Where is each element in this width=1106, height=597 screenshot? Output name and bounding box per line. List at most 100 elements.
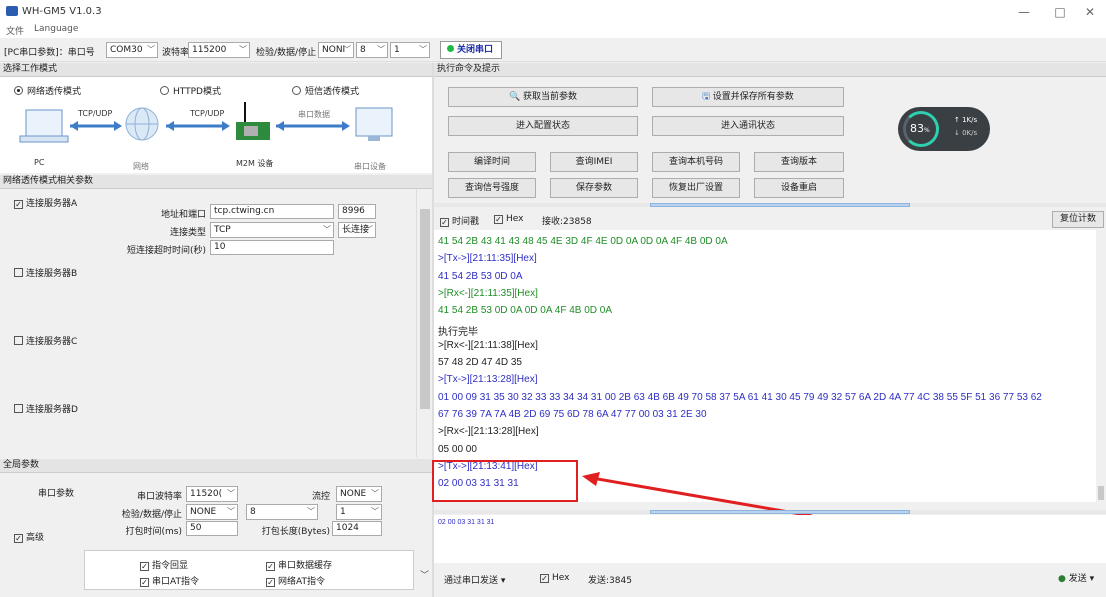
enter-config-button[interactable]: 进入配置状态 <box>448 116 638 136</box>
net-params-scrollbar[interactable] <box>416 189 432 457</box>
pc-icon <box>19 109 69 143</box>
m2m-label: M2M 设备 <box>236 159 274 168</box>
timeout-label: 短连接超时时间(秒) <box>126 246 206 256</box>
global-baud-select[interactable]: 11520(﹀ <box>186 486 238 502</box>
global-parity-select[interactable]: NONE ﹀ <box>186 504 238 520</box>
save-params-button[interactable]: 保存参数 <box>550 178 638 198</box>
log-line: >[Tx->][21:11:35][Hex] <box>438 253 537 265</box>
check-label: 检验/数据/停止 <box>256 48 317 58</box>
traffic-gauge: 83% ↑ 1K/s ↓ 0K/s <box>898 107 990 151</box>
save-all-button[interactable]: 🖫 设置并保存所有参数 <box>652 87 844 107</box>
recv-hex-checkbox[interactable]: ✓ Hex <box>494 214 523 224</box>
splitter-handle-bottom[interactable] <box>650 510 910 514</box>
conn-type-select[interactable]: TCP ﹀ <box>210 222 334 238</box>
compile-time-button[interactable]: 编译时间 <box>448 152 536 172</box>
serial-data-label: 串口数据 <box>298 110 330 119</box>
query-number-button[interactable]: 查询本机号码 <box>652 152 740 172</box>
query-signal-button[interactable]: 查询信号强度 <box>448 178 536 198</box>
serial-toolbar: [PC串口参数]：串口号 COM30 ﹀ 波特率 115200 ﹀ 检验/数据/停止… <box>0 38 1106 62</box>
reboot-button[interactable]: 设备重启 <box>754 178 844 198</box>
timeout-input[interactable]: 10 <box>210 240 334 255</box>
log-line: 01 00 09 31 35 30 32 33 33 34 34 31 00 2… <box>438 391 1042 403</box>
log-line: 05 00 00 <box>438 443 477 455</box>
minimize-button[interactable]: — <box>1006 2 1042 22</box>
send-area[interactable]: 02 00 03 31 31 31 <box>434 515 1106 563</box>
flow-select[interactable]: NONE ﹀ <box>336 486 382 502</box>
globe-icon <box>125 107 159 141</box>
window-title: WH-GM5 V1.0.3 <box>22 6 102 17</box>
scroll-down-icon[interactable]: ﹀ <box>420 568 429 581</box>
advanced-options-panel <box>84 550 414 590</box>
global-header: 全局参数 <box>0 459 432 473</box>
log-line: 执行完毕 <box>438 326 478 338</box>
baud-select[interactable]: 115200 ﹀ <box>188 42 250 58</box>
query-version-button[interactable]: 查询版本 <box>754 152 844 172</box>
send-text[interactable]: 02 00 03 31 31 31 <box>438 519 494 526</box>
port-select[interactable]: COM30 ﹀ <box>106 42 158 58</box>
mode-sms-radio[interactable]: 短信透传模式 <box>292 84 359 97</box>
reset-count-button[interactable]: 复位计数 <box>1052 211 1104 228</box>
gauge-up: ↑ 1K/s <box>954 116 978 124</box>
network-at-checkbox[interactable]: ✓ 网络AT指令 <box>266 574 325 587</box>
server-b-checkbox[interactable]: 连接服务器B <box>14 266 77 279</box>
port-input[interactable]: 8996 <box>338 204 376 219</box>
conn-type-label: 连接类型 <box>169 228 206 238</box>
send-count: 发送:3845 <box>588 576 632 586</box>
addr-input[interactable]: tcp.ctwing.cn <box>210 204 334 219</box>
mode-network-radio[interactable]: 网络透传模式 <box>14 84 81 97</box>
global-data-bits-select[interactable]: 8 ﹀ <box>246 504 318 520</box>
log-line: >[Rx<-][21:11:38][Hex] <box>438 339 538 351</box>
cmd-echo-checkbox[interactable]: ✓ 指令回显 <box>140 558 188 571</box>
get-params-button[interactable]: 🔍 获取当前参数 <box>448 87 638 107</box>
advanced-checkbox[interactable]: ✓ 高级 <box>14 530 44 543</box>
server-c-checkbox[interactable]: 连接服务器C <box>14 334 77 347</box>
arrow-icon <box>166 121 230 131</box>
serial-cache-checkbox[interactable]: ✓ 串口数据缓存 <box>266 558 332 571</box>
factory-reset-button[interactable]: 恢复出厂设置 <box>652 178 740 198</box>
menu-language[interactable]: Language <box>34 24 78 34</box>
log-line: 57 48 2D 47 4D 35 <box>438 357 522 369</box>
network-label: 网络 <box>133 162 149 171</box>
pack-len-label: 打包长度(Bytes) <box>261 527 330 537</box>
scrollbar-thumb[interactable] <box>420 209 430 409</box>
net-params-header: 网络透传模式相关参数 <box>0 175 432 189</box>
pack-time-label: 打包时间(ms) <box>125 527 182 537</box>
status-dot-icon <box>447 45 454 52</box>
send-via-dropdown[interactable]: 通过串口发送 ▾ <box>444 573 505 586</box>
parity-select[interactable]: NONI ﹀ <box>318 42 354 58</box>
tcp-udp-label-1: TCP/UDP <box>78 109 113 118</box>
enter-comm-button[interactable]: 进入通讯状态 <box>652 116 844 136</box>
conn-mode-select[interactable]: 长连接 ﹀ <box>338 222 376 238</box>
app-icon <box>6 6 18 16</box>
pack-time-input[interactable]: 50 <box>186 521 238 536</box>
log-line: >[Tx->][21:13:28][Hex] <box>438 374 538 386</box>
server-d-checkbox[interactable]: 连接服务器D <box>14 402 78 415</box>
log-line: >[Rx<-][21:13:28][Hex] <box>438 426 539 438</box>
stop-bits-select[interactable]: 1 ﹀ <box>390 42 430 58</box>
arrow-icon <box>276 121 350 131</box>
serial-device-label: 串口设备 <box>354 162 386 171</box>
server-a-checkbox[interactable]: ✓ 连接服务器A <box>14 196 77 209</box>
global-baud-label: 串口波特率 <box>136 492 182 502</box>
send-icon: ● <box>1058 574 1066 584</box>
recv-count: 接收:23858 <box>542 217 592 227</box>
send-button[interactable]: ● 发送 ▾ <box>1058 571 1094 584</box>
menu-file[interactable]: 文件 <box>6 24 24 37</box>
pack-len-input[interactable]: 1024 <box>332 521 382 536</box>
splitter-handle[interactable] <box>650 203 910 207</box>
send-hex-checkbox[interactable]: ✓ Hex <box>540 573 569 583</box>
data-bits-select[interactable]: 8 ﹀ <box>356 42 388 58</box>
gauge-down: ↓ 0K/s <box>954 129 978 137</box>
serial-at-checkbox[interactable]: ✓ 串口AT指令 <box>140 574 199 587</box>
global-stop-bits-select[interactable]: 1 ﹀ <box>336 504 382 520</box>
log-line: 41 54 2B 53 0D 0A <box>438 270 523 282</box>
query-imei-button[interactable]: 查询IMEI <box>550 152 638 172</box>
menu-bar: 文件 Language <box>0 24 1106 38</box>
close-button[interactable]: ✕ <box>1072 2 1106 22</box>
log-line: 67 76 39 7A 7A 4B 2D 69 75 6D 78 6A 47 7… <box>438 409 707 420</box>
port-label: [PC串口参数]：串口号 <box>4 48 95 58</box>
timestamp-checkbox[interactable]: ✓ 时间戳 <box>440 214 479 227</box>
close-port-button[interactable]: 关闭串口 <box>440 41 502 59</box>
commands-header: 执行命令及提示 <box>434 63 1106 77</box>
mode-httpd-radio[interactable]: HTTPD模式 <box>160 84 221 97</box>
